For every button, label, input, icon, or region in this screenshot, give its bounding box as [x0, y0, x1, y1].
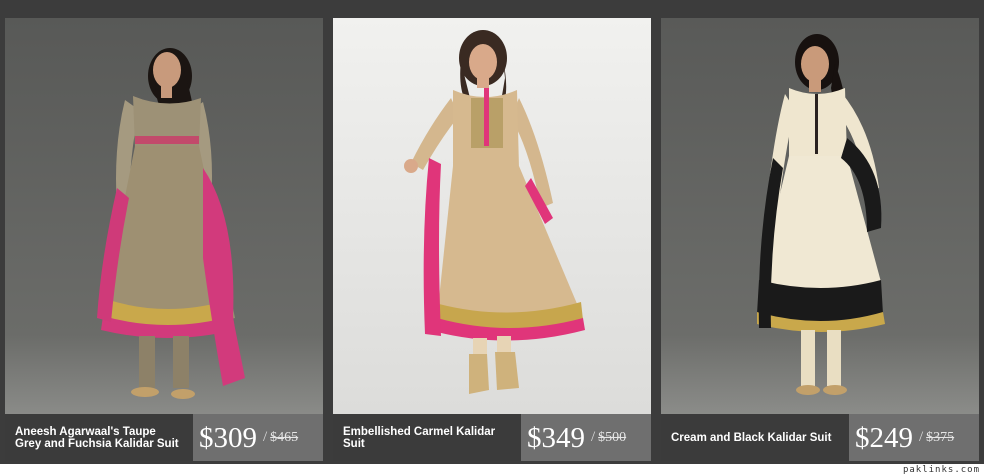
product-image[interactable] — [5, 18, 323, 414]
original-price: $500 — [598, 429, 627, 445]
watermark: paklinks.com — [902, 465, 980, 475]
price-box: $349 / $500 — [521, 414, 651, 461]
sale-price: $249 — [855, 421, 913, 454]
original-price: $465 — [270, 429, 299, 445]
model-photo-taupe-grey — [5, 18, 323, 414]
product-grid: Aneesh Agarwaal's Taupe Grey and Fuchsia… — [0, 0, 984, 464]
sale-price: $349 — [527, 421, 585, 454]
product-title[interactable]: Cream and Black Kalidar Suit — [661, 414, 849, 461]
product-card[interactable]: Embellished Carmel Kalidar Suit $349 / $… — [333, 18, 651, 461]
model-photo-cream-black — [661, 18, 979, 414]
price-box: $249 / $375 — [849, 414, 979, 461]
price-separator: / — [591, 429, 596, 445]
product-card[interactable]: Aneesh Agarwaal's Taupe Grey and Fuchsia… — [5, 18, 323, 461]
original-price: $375 — [926, 429, 955, 445]
product-caption: Embellished Carmel Kalidar Suit $349 / $… — [333, 414, 651, 461]
product-title[interactable]: Embellished Carmel Kalidar Suit — [333, 414, 521, 461]
price-box: $309 / $465 — [193, 414, 323, 461]
price-separator: / — [263, 429, 268, 445]
product-caption: Aneesh Agarwaal's Taupe Grey and Fuchsia… — [5, 414, 323, 461]
product-image[interactable] — [333, 18, 651, 414]
sale-price: $309 — [199, 421, 257, 454]
product-caption: Cream and Black Kalidar Suit $249 / $375 — [661, 414, 979, 461]
product-card[interactable]: Cream and Black Kalidar Suit $249 / $375 — [661, 18, 979, 461]
product-image[interactable] — [661, 18, 979, 414]
product-title[interactable]: Aneesh Agarwaal's Taupe Grey and Fuchsia… — [5, 414, 193, 461]
model-photo-carmel — [333, 18, 651, 414]
price-separator: / — [919, 429, 924, 445]
